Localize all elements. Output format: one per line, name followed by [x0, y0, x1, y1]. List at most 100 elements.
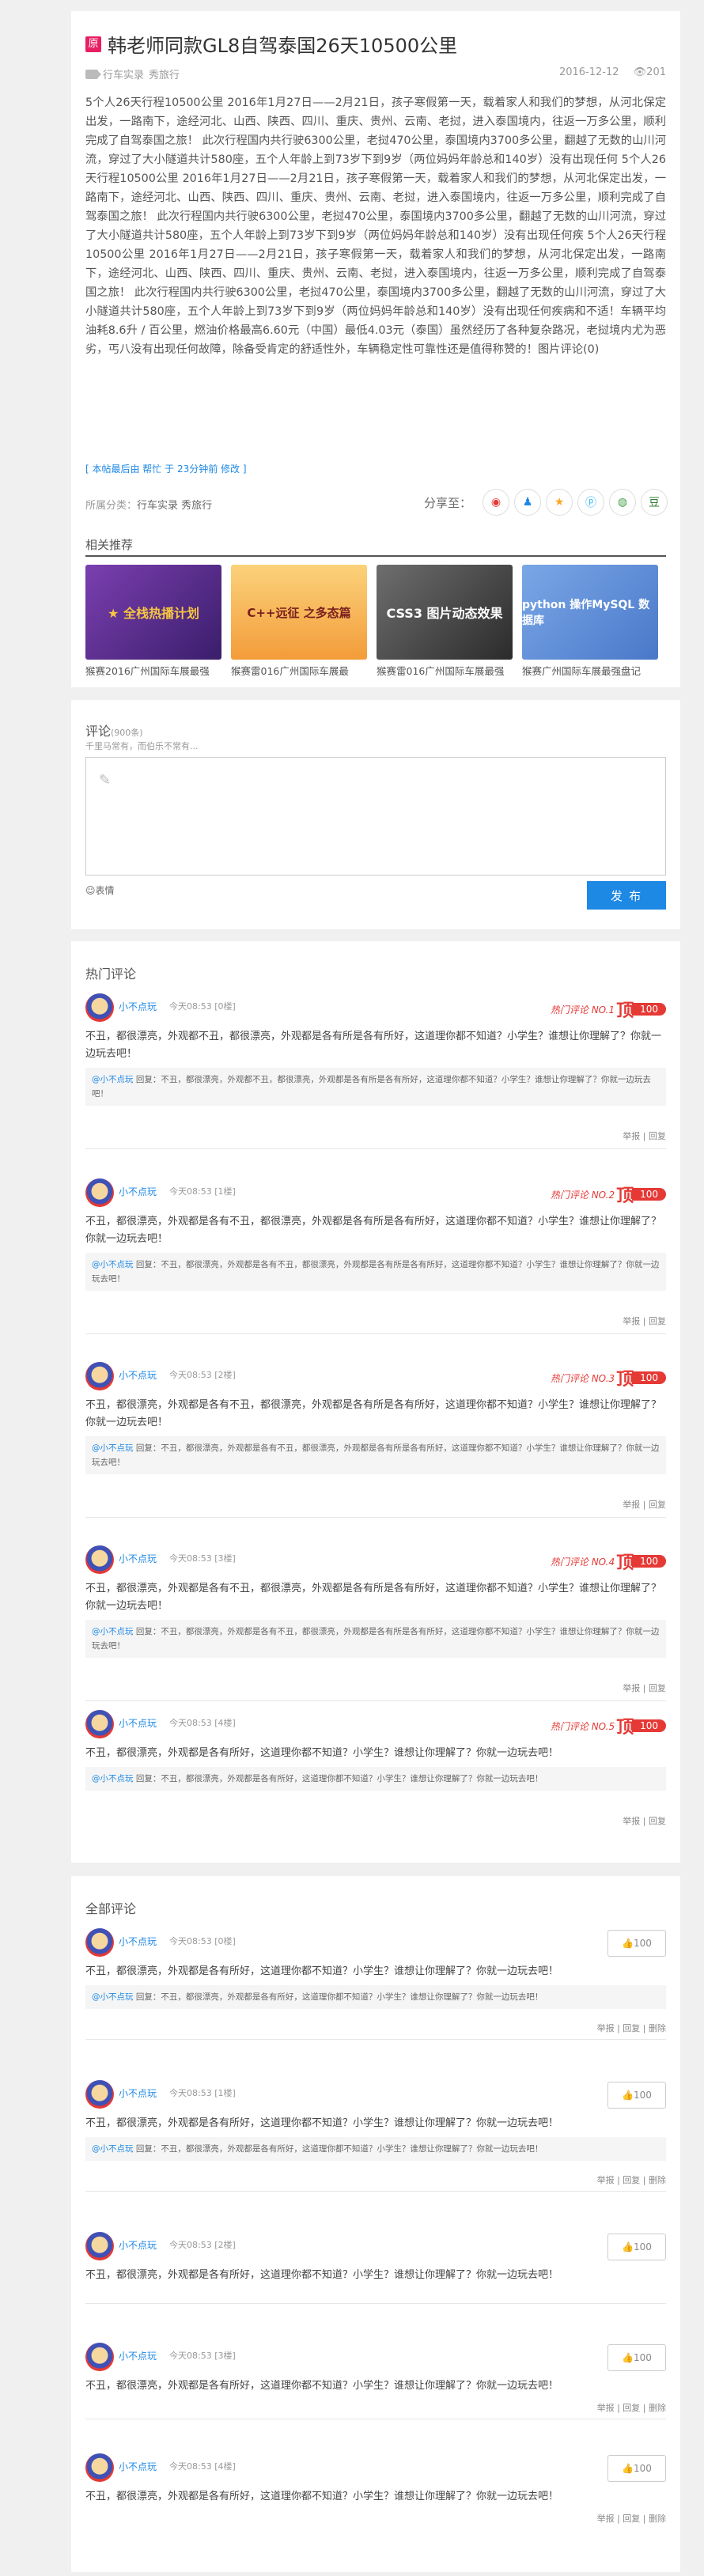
avatar[interactable]	[85, 1710, 114, 1738]
reply-link[interactable]: 回复	[623, 2514, 640, 2524]
comment-user[interactable]: 小不点玩	[119, 2238, 157, 2252]
comment-actions: 举报 | 回复 | 删除	[596, 2023, 666, 2033]
thumbs-up-icon: 👍	[622, 1938, 634, 1949]
report-link[interactable]: 举报	[597, 2175, 615, 2185]
category-link[interactable]: 秀旅行	[149, 66, 180, 81]
category-link[interactable]: 行车实录	[103, 66, 144, 81]
related-thumbnail[interactable]: ★ 全栈热播计划	[85, 565, 221, 660]
related-caption[interactable]: 猴赛雷016广州国际车展最	[231, 663, 367, 678]
related-item[interactable]: python 操作MySQL 数据库 猴赛广州国际车展最强盘记	[522, 565, 658, 678]
edit-info: [ 本帖最后由 帮忙 于 23分钟前 修改 ]	[85, 463, 247, 475]
avatar[interactable]	[85, 2453, 114, 2482]
weibo-icon[interactable]: ◉	[483, 489, 509, 516]
comment-time: 今天08:53 [3楼]	[169, 2351, 236, 2361]
wechat-icon[interactable]: ◍	[609, 489, 636, 516]
reply-link[interactable]: 回复	[649, 1316, 666, 1326]
comment-user[interactable]: 小不点玩	[119, 1185, 157, 1198]
reply-link[interactable]: 回复	[649, 1683, 666, 1693]
related-item[interactable]: ★ 全栈热播计划 猴赛2016广州国际车展最强	[85, 565, 221, 678]
delete-link[interactable]: 删除	[649, 2175, 666, 2185]
like-button[interactable]: 👍 100	[607, 1930, 666, 1957]
comment-time: 今天08:53 [4楼]	[169, 1718, 236, 1728]
avatar[interactable]	[85, 2343, 114, 2371]
reply-link[interactable]: 回复	[623, 2023, 640, 2033]
related-list: ★ 全栈热播计划 猴赛2016广州国际车展最强 C++远征 之多态篇 猴赛雷01…	[85, 565, 668, 678]
avatar[interactable]	[85, 1928, 114, 1957]
comment-user[interactable]: 小不点玩	[119, 2086, 157, 2100]
avatar[interactable]	[85, 993, 114, 1022]
comment-text: 不丑，都很漂亮，外观都是各有所好，这道理你都不知道？小学生？谁想让你理解了？你就…	[85, 2117, 559, 2129]
report-link[interactable]: 举报	[597, 2023, 615, 2033]
related-item[interactable]: C++远征 之多态篇 猴赛雷016广州国际车展最	[231, 565, 367, 678]
comment-user[interactable]: 小不点玩	[119, 1368, 157, 1382]
comment-user[interactable]: 小不点玩	[119, 2460, 157, 2473]
qq-icon[interactable]: ♟	[514, 489, 541, 516]
comment-user[interactable]: 小不点玩	[119, 1552, 157, 1565]
comment-user[interactable]: 小不点玩	[119, 2349, 157, 2362]
comment-text: 不丑，都很漂亮，外观都是各有所好，这道理你都不知道？小学生？谁想让你理解了？你就…	[85, 2269, 559, 2281]
divider	[85, 2303, 666, 2304]
reply-link[interactable]: 回复	[649, 1816, 666, 1826]
comment-quote: @小不点玩 回复：不丑，都很漂亮，外观都是各有所好，这道理你都不知道？小学生？谁…	[85, 2137, 666, 2161]
related-thumbnail[interactable]: CSS3 图片动态效果	[377, 565, 513, 660]
comment-text: 不丑，都很漂亮，外观都是各有所好，这道理你都不知道？小学生？谁想让你理解了？你就…	[85, 1965, 559, 1977]
tag-icon	[85, 69, 101, 79]
related-item[interactable]: CSS3 图片动态效果 猴赛雷016广州国际车展最强	[377, 565, 513, 678]
related-caption[interactable]: 猴赛2016广州国际车展最强	[85, 663, 221, 678]
like-button[interactable]: 👍 100	[607, 2082, 666, 2109]
belong-category-link[interactable]: 行车实录 秀旅行	[137, 500, 212, 512]
report-link[interactable]: 举报	[623, 1816, 640, 1826]
comment-quote: @小不点玩 回复：不丑，都很漂亮，外观都是各有所好，这道理你都不知道？小学生？谁…	[85, 1767, 666, 1791]
reply-link[interactable]: 回复	[649, 1500, 666, 1510]
delete-link[interactable]: 删除	[649, 2023, 666, 2033]
avatar[interactable]	[85, 2232, 114, 2260]
divider	[85, 2039, 666, 2040]
report-link[interactable]: 举报	[623, 1316, 640, 1326]
avatar[interactable]	[85, 2080, 114, 2109]
tencent-weibo-icon[interactable]: ⓟ	[577, 489, 604, 516]
related-thumbnail[interactable]: python 操作MySQL 数据库	[522, 565, 658, 660]
comment-textarea[interactable]: ✎	[85, 757, 666, 876]
share-bar: 分享至： ◉ ♟ ★ ⓟ ◍ 豆	[424, 489, 668, 516]
comment-user[interactable]: 小不点玩	[119, 1000, 157, 1013]
comment-user[interactable]: 小不点玩	[119, 1716, 157, 1730]
report-link[interactable]: 举报	[623, 1500, 640, 1510]
report-link[interactable]: 举报	[623, 1683, 640, 1693]
related-thumbnail[interactable]: C++远征 之多态篇	[231, 565, 367, 660]
comment-actions: 举报 | 回复	[623, 1316, 666, 1326]
comment-time: 今天08:53 [0楼]	[169, 1936, 236, 1946]
comment-count: (900条)	[111, 728, 143, 738]
comment-user[interactable]: 小不点玩	[119, 1935, 157, 1948]
report-link[interactable]: 举报	[597, 2403, 615, 2413]
delete-link[interactable]: 删除	[649, 2403, 666, 2413]
smile-icon: ☺	[85, 885, 96, 896]
reply-link[interactable]: 回复	[623, 2175, 640, 2185]
emoji-button[interactable]: ☺表情	[85, 883, 115, 897]
qzone-icon[interactable]: ★	[546, 489, 573, 516]
comment-input-title: 评论(900条)	[85, 724, 143, 739]
avatar[interactable]	[85, 1362, 114, 1390]
douban-icon[interactable]: 豆	[641, 489, 668, 516]
comment-actions: 举报 | 回复	[623, 1816, 666, 1826]
hot-rank-badge: 热门评论 NO.2 顶 100	[551, 1182, 666, 1207]
reply-link[interactable]: 回复	[623, 2403, 640, 2413]
avatar[interactable]	[85, 1178, 114, 1207]
like-button[interactable]: 👍 100	[607, 2344, 666, 2371]
comment-quote: @小不点玩 回复：不丑，都很漂亮，外观都是各有不丑，都很漂亮，外观都是各有所是各…	[85, 1253, 666, 1291]
report-link[interactable]: 举报	[623, 1131, 640, 1141]
reply-link[interactable]: 回复	[649, 1131, 666, 1141]
report-link[interactable]: 举报	[597, 2514, 615, 2524]
thumbs-up-icon: 👍	[622, 2352, 634, 2363]
share-label: 分享至：	[423, 495, 471, 510]
like-button[interactable]: 👍 100	[607, 2234, 666, 2260]
like-button[interactable]: 👍 100	[607, 2455, 666, 2482]
thumbs-up-icon: 👍	[622, 2090, 634, 2101]
hot-comments-title: 热门评论	[85, 966, 137, 982]
avatar[interactable]	[85, 1545, 114, 1574]
post-button[interactable]: 发 布	[587, 881, 666, 910]
delete-link[interactable]: 删除	[649, 2514, 666, 2524]
comment-text: 不丑，都很漂亮，外观都是各有不丑，都很漂亮，外观都是各有所是各有所好，这道理你都…	[85, 1216, 662, 1245]
comment-text: 不丑，都很漂亮，外观都是各有不丑，都很漂亮，外观都是各有所是各有所好，这道理你都…	[85, 1583, 662, 1612]
related-caption[interactable]: 猴赛雷016广州国际车展最强	[377, 663, 513, 678]
related-caption[interactable]: 猴赛广州国际车展最强盘记	[522, 663, 658, 678]
